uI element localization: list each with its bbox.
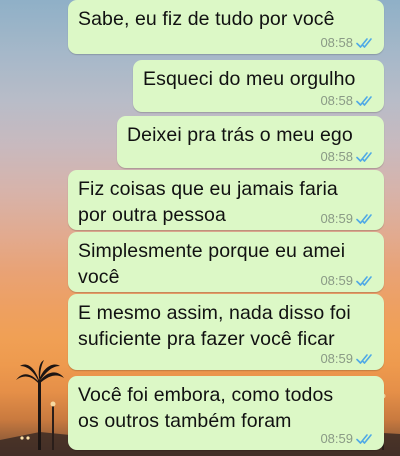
message-meta: 08:59 <box>320 431 374 446</box>
message-bubble[interactable]: Sabe, eu fiz de tudo por você 08:58 <box>68 0 384 54</box>
double-check-icon <box>356 433 374 445</box>
message-time: 08:58 <box>320 35 353 50</box>
double-check-icon <box>356 353 374 365</box>
message-meta: 08:58 <box>320 35 374 50</box>
message-time: 08:59 <box>320 351 353 366</box>
message-text: E mesmo assim, nada disso foi suficiente… <box>78 302 351 350</box>
message-time: 08:58 <box>320 93 353 108</box>
message-bubble[interactable]: Você foi embora, como todos os outros ta… <box>68 376 384 450</box>
double-check-icon <box>356 151 374 163</box>
message-time: 08:59 <box>320 431 353 446</box>
message-bubble[interactable]: E mesmo assim, nada disso foi suficiente… <box>68 294 384 370</box>
double-check-icon <box>356 95 374 107</box>
message-meta: 08:59 <box>320 273 374 288</box>
double-check-icon <box>356 275 374 287</box>
message-bubble[interactable]: Fiz coisas que eu jamais faria por outra… <box>68 170 384 230</box>
double-check-icon <box>356 37 374 49</box>
message-bubble[interactable]: Esqueci do meu orgulho 08:58 <box>133 60 384 112</box>
message-text: Esqueci do meu orgulho <box>143 68 356 90</box>
message-time: 08:58 <box>320 149 353 164</box>
message-text: Deixei pra trás o meu ego <box>127 124 353 146</box>
message-meta: 08:59 <box>320 211 374 226</box>
double-check-icon <box>356 213 374 225</box>
message-meta: 08:58 <box>320 149 374 164</box>
message-text: Você foi embora, como todos os outros ta… <box>78 384 334 432</box>
message-time: 08:59 <box>320 211 353 226</box>
message-text: Sabe, eu fiz de tudo por você <box>78 8 335 30</box>
message-time: 08:59 <box>320 273 353 288</box>
message-bubble[interactable]: Simplesmente porque eu amei você 08:59 <box>68 232 384 292</box>
message-meta: 08:59 <box>320 351 374 366</box>
message-meta: 08:58 <box>320 93 374 108</box>
message-bubble[interactable]: Deixei pra trás o meu ego 08:58 <box>117 116 384 168</box>
